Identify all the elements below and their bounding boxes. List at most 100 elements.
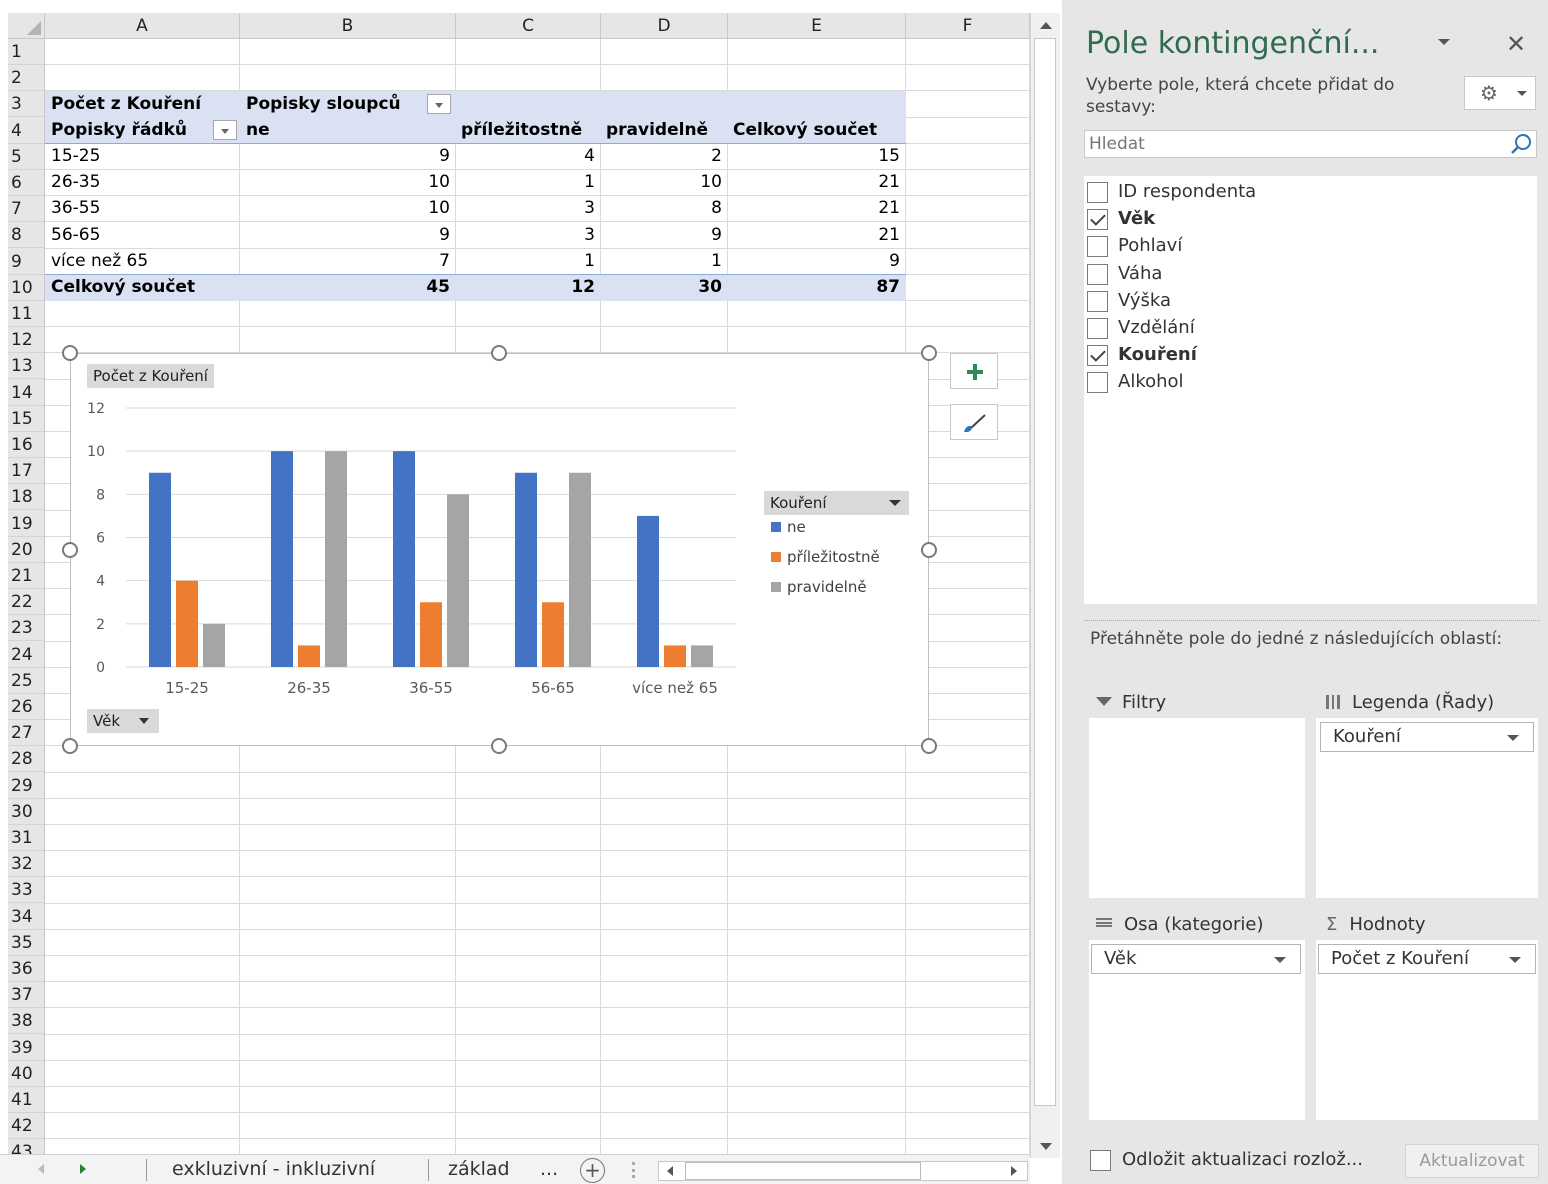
row-header[interactable]: 24	[8, 642, 44, 668]
tab-splitter-handle[interactable]	[632, 1162, 635, 1178]
pivot-row-label[interactable]: 56-65	[51, 222, 239, 248]
row-header[interactable]: 3	[8, 91, 44, 118]
row-header[interactable]: 18	[8, 484, 44, 511]
pane-splitter[interactable]	[1084, 620, 1540, 621]
pivot-row-label[interactable]: 26-35	[51, 169, 239, 195]
pivot-value-cell[interactable]: 4	[456, 143, 601, 169]
pivot-value-cell[interactable]: 9	[728, 248, 906, 274]
more-sheets-button[interactable]: ...	[540, 1155, 558, 1183]
pivot-value-cell[interactable]: 9	[601, 222, 728, 248]
row-header[interactable]: 28	[8, 746, 44, 773]
row-header[interactable]: 37	[8, 982, 44, 1009]
pivot-value-cell[interactable]: 15	[728, 143, 906, 169]
sheet-tab-zaklad[interactable]: základ	[448, 1155, 510, 1183]
resize-handle-top[interactable]	[491, 345, 507, 361]
row-header[interactable]: 12	[8, 327, 44, 354]
row-header[interactable]: 40	[8, 1061, 44, 1087]
row-filter-dropdown-icon[interactable]	[213, 120, 237, 140]
column-header[interactable]: E	[728, 13, 906, 39]
column-header[interactable]: C	[456, 13, 601, 39]
pivot-row-label[interactable]: 36-55	[51, 195, 239, 221]
pivot-value-cell[interactable]: 21	[728, 169, 906, 195]
field-item[interactable]: Věk	[1087, 206, 1527, 232]
field-checkbox[interactable]	[1087, 182, 1108, 203]
row-header[interactable]: 9	[8, 249, 44, 275]
column-header[interactable]: A	[45, 13, 240, 39]
resize-handle-left[interactable]	[62, 542, 78, 558]
pivot-col-header[interactable]: Celkový součet	[728, 117, 906, 143]
pivot-value-cell[interactable]: 10	[246, 195, 456, 221]
row-header[interactable]: 35	[8, 930, 44, 956]
pivot-value-cell[interactable]: 21	[728, 222, 906, 248]
resize-handle-top-right[interactable]	[921, 345, 937, 361]
row-header[interactable]: 16	[8, 432, 44, 458]
pivot-value-label[interactable]: Počet z Kouření	[51, 91, 239, 117]
close-icon[interactable]: ✕	[1506, 30, 1526, 58]
column-header[interactable]: D	[601, 13, 728, 39]
horizontal-scrollbar[interactable]	[658, 1161, 1028, 1181]
axis-field-item[interactable]: Věk	[1091, 944, 1301, 974]
field-checkbox[interactable]	[1087, 263, 1108, 285]
row-header[interactable]: 1	[8, 39, 44, 65]
field-item[interactable]: Výška	[1087, 288, 1527, 314]
row-header[interactable]: 32	[8, 851, 44, 878]
field-checkbox[interactable]	[1087, 345, 1108, 367]
field-checkbox[interactable]	[1087, 290, 1108, 312]
field-item[interactable]: Vzdělání	[1087, 315, 1527, 341]
pivot-value-cell[interactable]: 7	[246, 248, 456, 274]
field-checkbox[interactable]	[1087, 236, 1108, 258]
pivot-value-cell[interactable]: 10	[246, 169, 456, 195]
chart-legend-field-button[interactable]: Kouření	[764, 491, 909, 515]
update-button[interactable]: Aktualizovat	[1405, 1144, 1539, 1178]
row-header[interactable]: 6	[8, 170, 44, 196]
resize-handle-top-left[interactable]	[62, 345, 78, 361]
pivot-value-cell[interactable]: 1	[456, 248, 601, 274]
row-header[interactable]: 27	[8, 720, 44, 747]
values-field-item[interactable]: Počet z Kouření	[1318, 944, 1536, 974]
axis-drop-area[interactable]: Věk	[1089, 940, 1305, 1120]
scroll-left-icon[interactable]	[667, 1166, 673, 1176]
row-header[interactable]: 36	[8, 956, 44, 982]
resize-handle-bottom-right[interactable]	[921, 738, 937, 754]
row-header[interactable]: 33	[8, 877, 44, 904]
pivot-row-label[interactable]: 15-25	[51, 143, 239, 169]
column-header[interactable]: B	[240, 13, 456, 39]
pivot-value-cell[interactable]: 87	[728, 274, 906, 300]
scroll-up-icon[interactable]	[1040, 22, 1052, 29]
row-header[interactable]: 25	[8, 668, 44, 694]
tab-scroll-left-icon[interactable]	[38, 1164, 44, 1174]
vertical-scroll-thumb[interactable]	[1034, 38, 1056, 1106]
field-item[interactable]: Kouření	[1087, 342, 1527, 368]
row-header[interactable]: 2	[8, 65, 44, 92]
scroll-down-icon[interactable]	[1040, 1143, 1052, 1150]
legend-drop-area[interactable]: Kouření	[1316, 718, 1538, 898]
row-header[interactable]: 23	[8, 615, 44, 642]
pivot-col-header[interactable]: ne	[246, 117, 456, 143]
pivot-value-cell[interactable]: 1	[601, 248, 728, 274]
defer-update-checkbox[interactable]	[1090, 1150, 1111, 1171]
chart-axis-field-button[interactable]: Věk	[87, 709, 159, 733]
row-header[interactable]: 43	[8, 1139, 44, 1154]
field-search-input[interactable]	[1087, 132, 1497, 156]
pivot-value-cell[interactable]: 1	[456, 169, 601, 195]
pivot-chart[interactable]: Počet z Kouření 0 2 4 6 8 10 12 15-25 26-35 36-55…	[70, 353, 929, 746]
pivot-value-cell[interactable]: 12	[456, 274, 601, 300]
tab-scroll-right-icon[interactable]	[80, 1164, 86, 1174]
row-header[interactable]: 21	[8, 563, 44, 589]
pivot-row-label[interactable]: více než 65	[51, 248, 239, 274]
row-header[interactable]: 5	[8, 144, 44, 170]
select-all-corner[interactable]	[8, 13, 45, 39]
field-item[interactable]: ID respondenta	[1087, 179, 1527, 205]
legend-field-item[interactable]: Kouření	[1320, 722, 1534, 752]
pivot-value-cell[interactable]: 30	[601, 274, 728, 300]
filters-drop-area[interactable]	[1089, 718, 1305, 898]
row-header[interactable]: 34	[8, 904, 44, 930]
row-header[interactable]: 29	[8, 773, 44, 799]
field-item[interactable]: Alkohol	[1087, 369, 1527, 395]
pivot-value-cell[interactable]: 10	[601, 169, 728, 195]
resize-handle-bottom-left[interactable]	[62, 738, 78, 754]
row-header[interactable]: 4	[8, 118, 44, 144]
pivot-column-labels-header[interactable]: Popisky sloupců	[246, 91, 426, 117]
row-header[interactable]: 26	[8, 694, 44, 720]
values-drop-area[interactable]: Počet z Kouření	[1316, 940, 1538, 1120]
